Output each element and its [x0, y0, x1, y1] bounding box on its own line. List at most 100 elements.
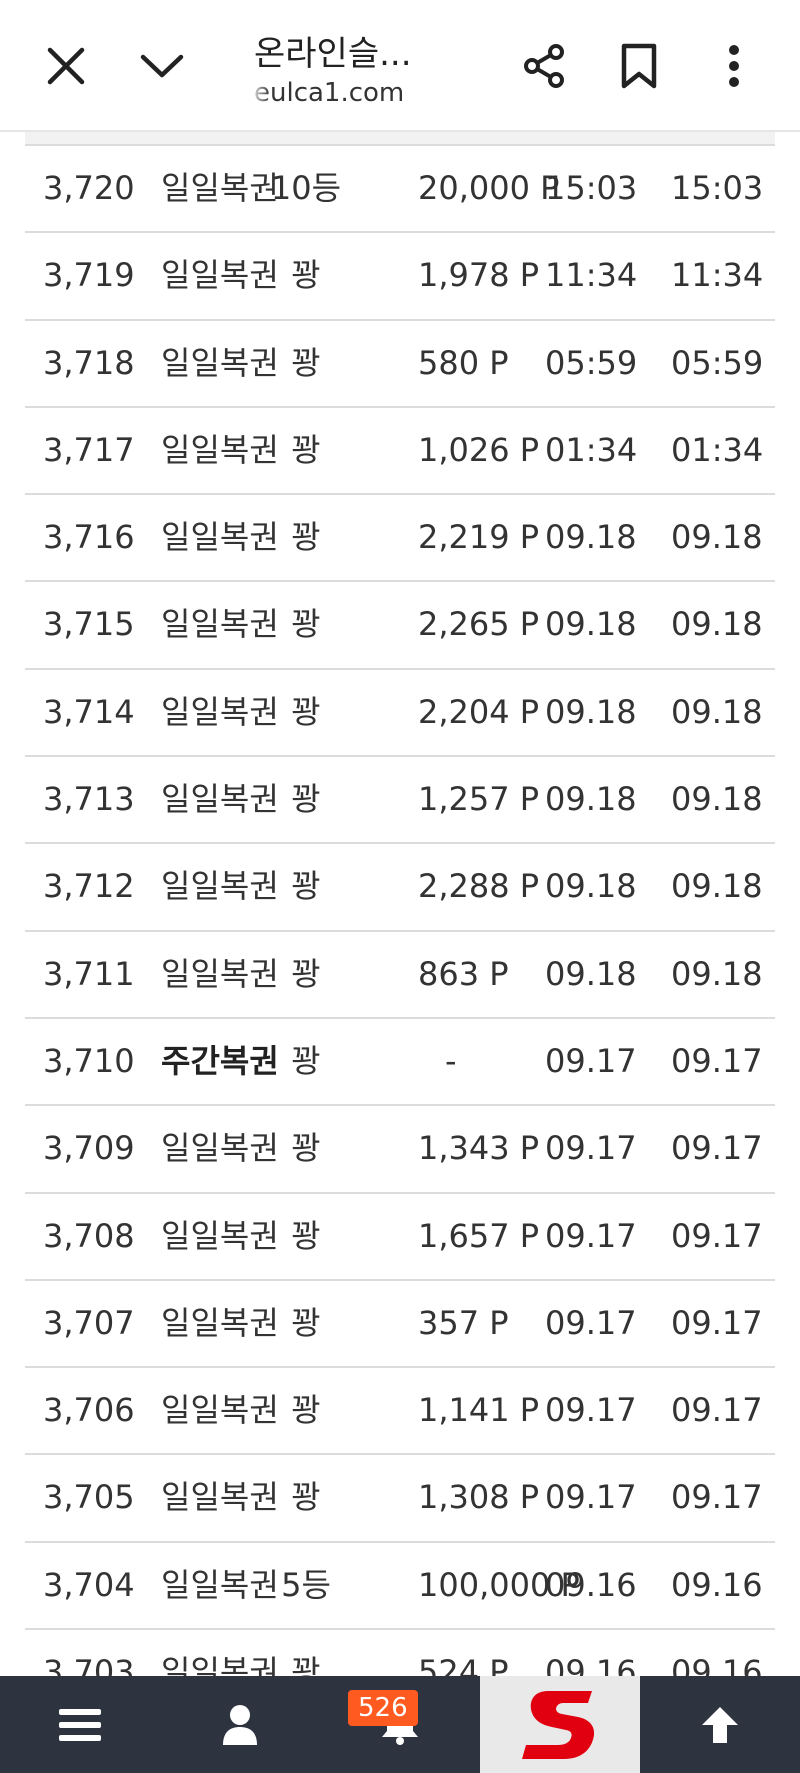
prize-points: 357 P [418, 1303, 509, 1342]
draw-time: 09.17 [545, 1391, 637, 1430]
claim-time: 11:34 [671, 256, 764, 295]
user-icon[interactable] [200, 1676, 280, 1773]
lottery-history-table: 3,720 일일복권 10등 20,000 P 15:03 15:03 3,719 일일복권 꽝… [0, 132, 800, 1676]
table-row[interactable]: 3,703 일일복권 꽝 524 P 09.16 09.16 [25, 1630, 775, 1676]
draw-time: 09.18 [545, 867, 637, 906]
prize-rank: 꽝 [291, 1653, 321, 1676]
table-row[interactable]: 3,717 일일복권 꽝 1,026 P 01:34 01:34 [25, 408, 775, 496]
claim-time: 09.18 [671, 605, 763, 644]
prize-rank: 꽝 [291, 1041, 321, 1080]
table-row[interactable]: 3,716 일일복권 꽝 2,219 P 09.18 09.18 [25, 495, 775, 583]
prize-rank: 꽝 [291, 1303, 321, 1342]
table-row[interactable]: 3,718 일일복권 꽝 580 P 05:59 05:59 [25, 321, 775, 408]
draw-time: 09.18 [545, 780, 637, 819]
claim-time: 05:59 [671, 343, 764, 382]
prize-rank: 꽝 [291, 954, 321, 993]
site-logo-icon[interactable] [480, 1676, 640, 1773]
prize-rank: 5등 [281, 1565, 331, 1604]
table-row[interactable]: 3,707 일일복권 꽝 357 P 09.17 09.17 [25, 1281, 775, 1369]
menu-icon[interactable] [40, 1676, 120, 1773]
claim-time: 09.18 [671, 954, 763, 993]
claim-time: 09.18 [671, 692, 763, 731]
table-row[interactable]: 3,713 일일복권 꽝 1,257 P 09.18 09.18 [25, 757, 775, 845]
row-number: 3,704 [43, 1565, 135, 1604]
prize-points: 2,204 P [418, 692, 540, 731]
notification-badge: 526 [348, 1690, 418, 1726]
draw-time: 05:59 [545, 343, 638, 382]
prize-rank: 꽝 [291, 518, 321, 557]
prize-points: 580 P [418, 343, 509, 382]
claim-time: 09.17 [671, 1303, 763, 1342]
browser-toolbar: 온라인슬... eulca1.com [0, 0, 800, 132]
prize-points: 863 P [418, 954, 509, 993]
more-vertical-icon[interactable] [702, 34, 766, 98]
draw-time: 11:34 [545, 256, 638, 295]
table-row[interactable]: 3,720 일일복권 10등 20,000 P 15:03 15:03 [25, 146, 775, 234]
table-row[interactable]: 3,704 일일복권 5등 100,000 P 09.16 09.16 [25, 1543, 775, 1631]
prize-rank: 꽝 [291, 343, 321, 382]
arrow-up-icon[interactable] [680, 1676, 760, 1773]
prize-points: 20,000 P [418, 169, 560, 207]
prize-points: 1,308 P [418, 1478, 540, 1517]
draw-time: 09.17 [545, 1041, 637, 1080]
table-row[interactable]: 3,711 일일복권 꽝 863 P 09.18 09.18 [25, 932, 775, 1019]
draw-time: 09.17 [545, 1129, 637, 1168]
claim-time: 09.17 [671, 1478, 763, 1517]
claim-time: 09.17 [671, 1041, 763, 1080]
row-number: 3,717 [43, 430, 135, 469]
table-row[interactable]: 3,714 일일복권 꽝 2,204 P 09.18 09.18 [25, 670, 775, 758]
page-url[interactable]: eulca1.com [254, 78, 404, 108]
chevron-down-icon[interactable] [130, 34, 194, 98]
row-number: 3,713 [43, 780, 135, 819]
prize-points: 524 P [418, 1653, 509, 1676]
close-icon[interactable] [34, 34, 98, 98]
claim-time: 09.18 [671, 518, 763, 557]
table-row[interactable]: 3,708 일일복권 꽝 1,657 P 09.17 09.17 [25, 1194, 775, 1281]
table-row[interactable]: 3,709 일일복권 꽝 1,343 P 09.17 09.17 [25, 1106, 775, 1194]
draw-time: 09.16 [545, 1565, 637, 1604]
url-fade [250, 74, 270, 110]
prize-rank: 꽝 [291, 256, 321, 295]
prize-rank: 10등 [270, 169, 342, 207]
claim-time: 09.16 [671, 1565, 763, 1604]
prize-points: - [445, 1041, 457, 1080]
table-row[interactable]: 3,715 일일복권 꽝 2,265 P 09.18 09.18 [25, 582, 775, 670]
page-title[interactable]: 온라인슬... [254, 26, 412, 75]
draw-time: 09.16 [545, 1653, 637, 1676]
row-number: 3,709 [43, 1129, 135, 1168]
row-number: 3,706 [43, 1391, 135, 1430]
row-number: 3,703 [43, 1653, 135, 1676]
table-row[interactable]: 3,705 일일복권 꽝 1,308 P 09.17 09.17 [25, 1455, 775, 1543]
table-row[interactable]: 3,706 일일복권 꽝 1,141 P 09.17 09.17 [25, 1368, 775, 1456]
prize-points: 1,026 P [418, 430, 540, 469]
prize-rank: 꽝 [291, 605, 321, 644]
row-number: 3,716 [43, 518, 135, 557]
draw-time: 09.17 [545, 1216, 637, 1255]
prize-points: 1,657 P [418, 1216, 540, 1255]
prize-rank: 꽝 [291, 692, 321, 731]
prize-rank: 꽝 [291, 1216, 321, 1255]
claim-time: 09.17 [671, 1391, 763, 1430]
table-row[interactable]: 3,719 일일복권 꽝 1,978 P 11:34 11:34 [25, 233, 775, 321]
table-row[interactable]: 3,712 일일복권 꽝 2,288 P 09.18 09.18 [25, 844, 775, 932]
claim-time: 09.17 [671, 1216, 763, 1255]
draw-time: 09.18 [545, 605, 637, 644]
table-row[interactable]: 3,710 주간복권 꽝 -09.17 09.17 [25, 1019, 775, 1107]
draw-time: 15:03 [545, 169, 638, 207]
bookmark-icon[interactable] [607, 34, 671, 98]
prize-points: 1,257 P [418, 780, 540, 819]
claim-time: 01:34 [671, 430, 764, 469]
table-body: 3,720 일일복권 10등 20,000 P 15:03 15:03 3,719 일일복권 꽝… [25, 146, 775, 1676]
share-icon[interactable] [512, 34, 576, 98]
prize-points: 1,141 P [418, 1391, 540, 1430]
prize-points: 2,265 P [418, 605, 540, 644]
row-number: 3,705 [43, 1478, 135, 1517]
prize-rank: 꽝 [291, 1129, 321, 1168]
claim-time: 15:03 [671, 169, 764, 207]
prize-rank: 꽝 [291, 1478, 321, 1517]
draw-time: 09.18 [545, 518, 637, 557]
prize-rank: 꽝 [291, 1391, 321, 1430]
draw-time: 01:34 [545, 430, 638, 469]
claim-time: 09.16 [671, 1653, 763, 1676]
prize-points: 2,219 P [418, 518, 540, 557]
